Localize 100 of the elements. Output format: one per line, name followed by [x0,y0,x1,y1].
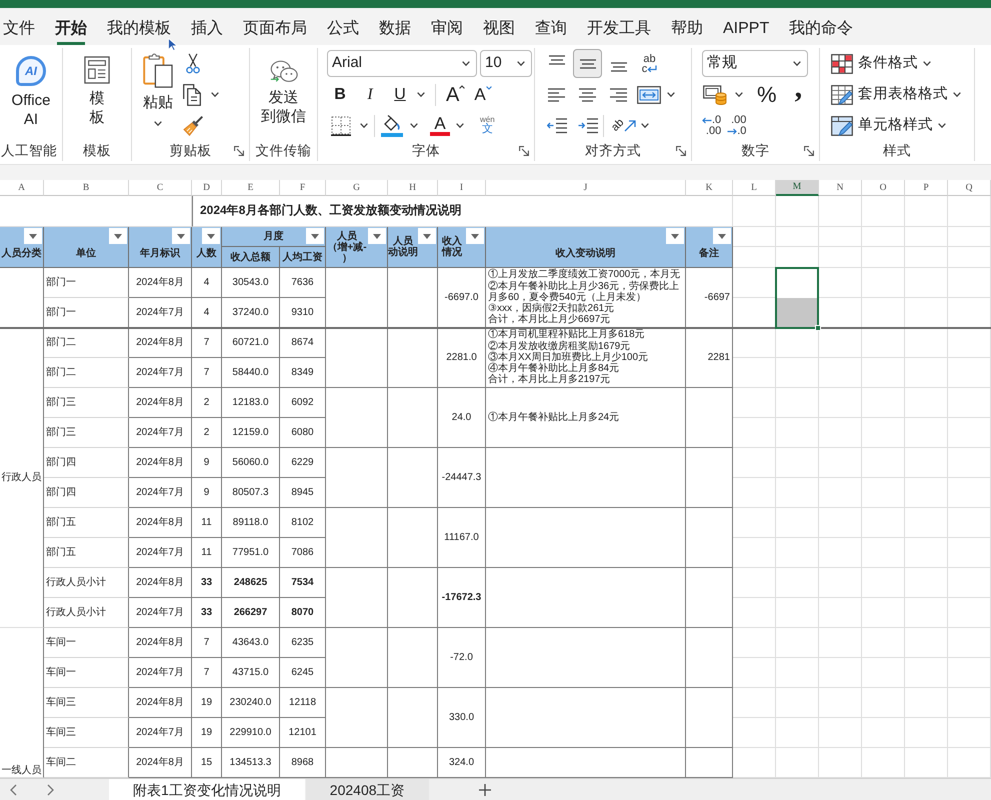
column-header[interactable]: K [686,180,733,196]
font-size-dropdown[interactable]: 10 [480,50,532,77]
average-wage-value: 6235 [291,636,314,648]
column-header[interactable]: F [280,180,326,196]
ribbon-tab[interactable]: 帮助 [671,18,703,45]
caret-icon[interactable] [667,92,675,97]
ribbon-tab[interactable]: 审阅 [431,18,463,45]
font-name-dropdown[interactable]: Arial [327,50,477,77]
caret-icon[interactable] [735,92,743,97]
ribbon-tab[interactable]: 开始 [55,18,87,45]
column-header[interactable]: C [129,180,192,196]
banknote-coins-icon[interactable] [703,84,727,104]
phonetic-guide-button[interactable]: wén 文 [480,116,495,135]
average-wage-value: 8968 [291,756,314,768]
ribbon-tab[interactable]: 页面布局 [243,18,307,45]
filter-button[interactable] [202,228,220,244]
filter-button[interactable] [713,228,731,244]
corner-arrow-icon[interactable] [234,146,244,156]
column-header[interactable]: M [776,180,819,196]
scissors-icon[interactable] [186,53,200,74]
number-format-dropdown[interactable]: 常规 [702,50,808,77]
increase-font-size-button[interactable]: A [446,84,466,104]
decrease-font-size-button[interactable]: A [474,86,492,103]
column-header[interactable]: H [388,180,438,196]
column-header[interactable]: Q [948,180,991,196]
filter-button[interactable] [172,228,190,244]
filter-button[interactable] [306,228,324,244]
sheet-tab[interactable]: 附表1工资变化情况说明 [109,778,305,800]
column-header[interactable]: J [486,180,686,196]
increase-decimal-button[interactable]: .0 .00 [702,114,722,136]
underline-button[interactable]: U [387,86,413,102]
column-header[interactable]: O [862,180,905,196]
ribbon-tab[interactable]: 插入 [191,18,223,45]
caret-icon[interactable] [360,123,368,128]
right-arrow-lines-icon[interactable] [578,118,598,134]
ribbon-tab[interactable]: 数据 [379,18,411,45]
column-header[interactable]: I [438,180,486,196]
conditional-formatting-button[interactable]: 条件格式 [831,54,931,74]
average-wage-value: 6245 [291,666,314,678]
corner-arrow-icon[interactable] [519,146,529,156]
column-header[interactable]: B [44,180,129,196]
ribbon-tab[interactable]: 视图 [483,18,515,45]
column-header[interactable]: P [905,180,948,196]
paintbrush-icon[interactable] [183,116,203,136]
group-label: 数字 [742,142,770,160]
plus-icon[interactable] [478,784,491,796]
wrap-text-button[interactable]: ab c [642,54,658,74]
column-header[interactable]: G [326,180,388,196]
decrease-decimal-button[interactable]: .00 .0 [727,114,746,136]
ribbon-tab[interactable]: 开发工具 [587,18,651,45]
income-total-value: 80507.3 [232,486,269,498]
bold-button[interactable]: B [327,86,353,102]
column-header[interactable]: N [819,180,862,196]
column-header[interactable]: A [0,180,44,196]
dotted-grid-icon[interactable] [331,116,351,136]
double-arrow-box-icon[interactable] [637,86,661,104]
left-arrow-lines-icon[interactable] [546,118,566,134]
chevron-right-icon[interactable] [47,784,54,796]
ribbon-tab[interactable]: 公式 [327,18,359,45]
sheet-tab[interactable]: 202408工资 [306,778,429,800]
corner-arrow-icon[interactable] [676,146,686,156]
center-align-icon [579,88,596,102]
unit-label: 部门四 [46,456,76,468]
paint-bucket-icon[interactable] [381,114,403,136]
caret-icon[interactable] [410,123,418,128]
cell-styles-button[interactable]: 单元格样式 [831,116,946,136]
caret-icon[interactable] [641,123,650,128]
filter-button[interactable] [368,228,386,244]
ribbon-tab[interactable]: 查询 [535,18,567,45]
filter-button[interactable] [466,228,484,244]
font-color-button[interactable]: A [430,115,450,136]
corner-arrow-icon[interactable] [804,146,814,156]
column-header[interactable]: D [192,180,222,196]
vertical-align-button[interactable] [573,49,602,78]
header-label: 人数 [196,248,216,258]
filter-button[interactable] [418,228,436,244]
caret-icon[interactable] [456,123,464,128]
chevron-left-icon[interactable] [10,784,17,796]
ribbon-tab[interactable]: AIPPT [723,18,770,45]
fill-handle[interactable] [815,325,821,331]
text-orientation-button[interactable]: ab [612,120,636,132]
two-pages-icon[interactable] [183,84,201,106]
italic-button[interactable]: I [357,86,383,102]
filter-button[interactable] [24,228,42,244]
format-as-table-button[interactable]: 套用表格格式 [831,84,961,104]
ribbon-tab[interactable]: 我的命令 [789,18,854,45]
filter-button[interactable] [666,228,684,244]
empty-cell [862,658,905,688]
office-ai-button[interactable]: AI Office AI [10,48,52,141]
ribbon-tab[interactable]: 我的模板 [107,18,171,45]
paste-button[interactable]: 粘贴 [142,48,174,141]
percent-button[interactable]: % [757,84,777,106]
template-button[interactable]: 模 板 [83,48,111,141]
unit-label: 车间一 [46,636,76,648]
ribbon-tab[interactable]: 文件 [3,18,35,45]
caret-icon[interactable] [417,92,425,97]
send-to-chat-button[interactable]: 发送 到微信 [260,48,307,141]
filter-button[interactable] [109,228,127,244]
column-header[interactable]: E [222,180,280,196]
caret-icon[interactable] [211,92,219,97]
